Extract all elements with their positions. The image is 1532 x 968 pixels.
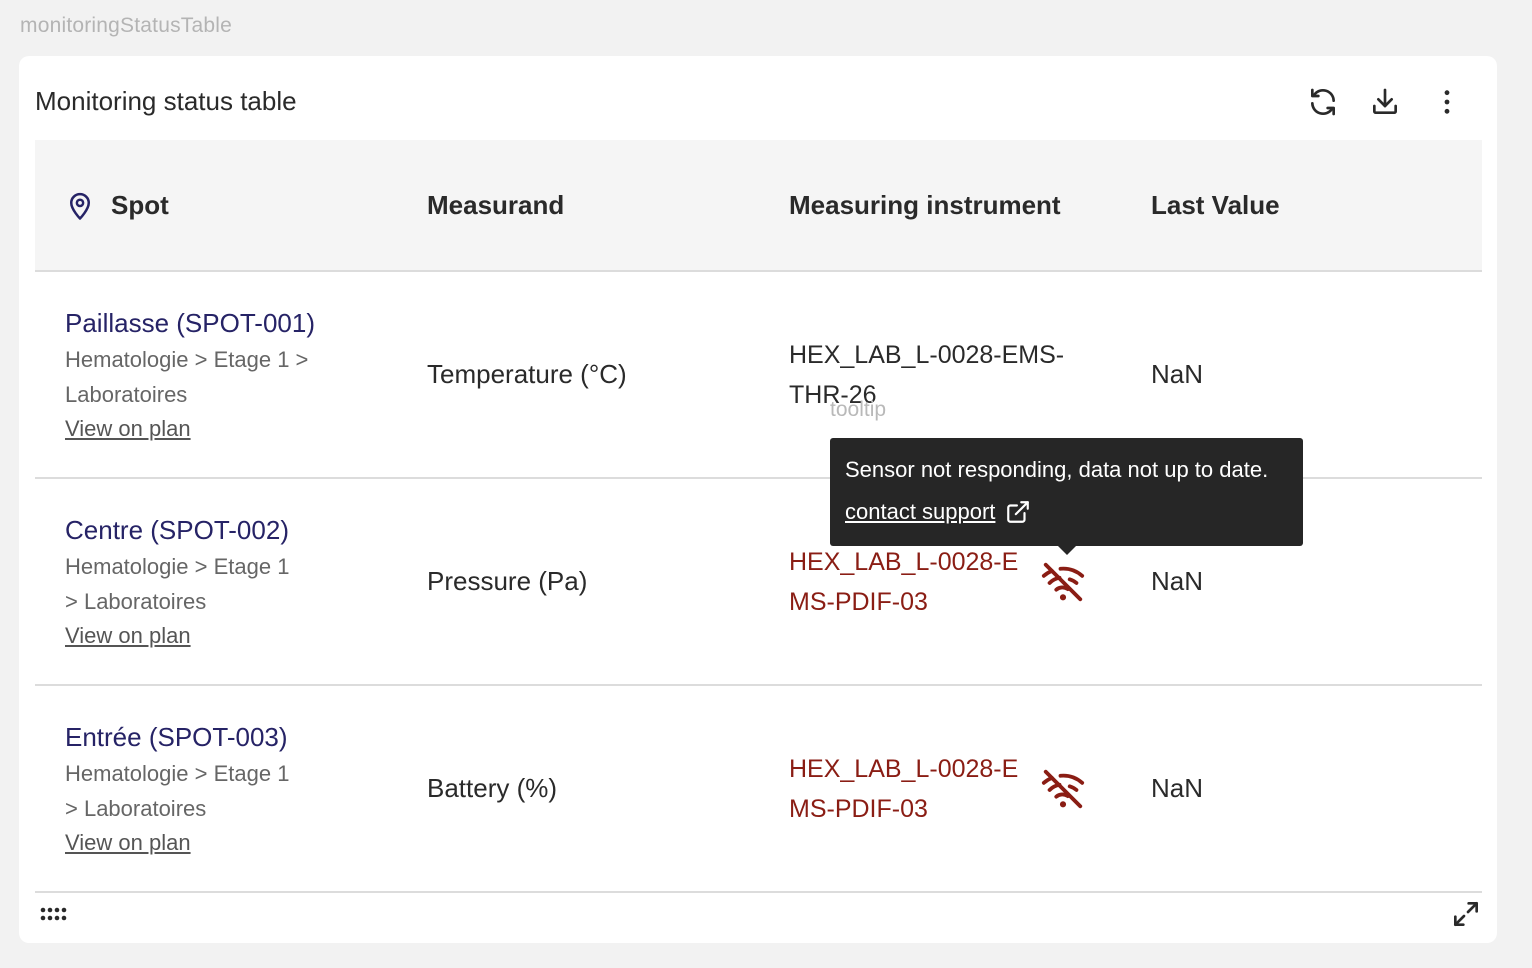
- spot-cell: Centre (SPOT-002) Hematologie > Etage 1 …: [65, 513, 355, 653]
- spot-path: Hematologie > Etage 1 > Laboratoires: [65, 347, 309, 407]
- refresh-button[interactable]: [1303, 82, 1343, 122]
- measurand-cell: Battery (%): [427, 773, 558, 803]
- sensor-offline-button[interactable]: [1040, 559, 1086, 610]
- spot-name[interactable]: Centre (SPOT-002): [65, 513, 355, 547]
- view-on-plan-link[interactable]: View on plan: [65, 619, 355, 653]
- measurand-cell: Pressure (Pa): [427, 566, 588, 596]
- table-header: Spot Measurand Measuring instrument Last…: [35, 140, 1482, 272]
- tooltip-label: tooltip: [830, 398, 887, 421]
- card-toolbar: [1303, 82, 1467, 122]
- location-pin-icon: [70, 192, 90, 220]
- tooltip-arrow: [1058, 546, 1076, 555]
- contact-support-label: contact support: [845, 499, 996, 524]
- header-spot[interactable]: Spot: [65, 190, 169, 221]
- sensor-tooltip: Sensor not responding, data not up to da…: [830, 438, 1303, 555]
- last-value-cell: NaN: [1151, 773, 1204, 803]
- card-title: Monitoring status table: [35, 86, 297, 116]
- sensor-offline-button[interactable]: [1040, 766, 1086, 817]
- download-button[interactable]: [1365, 82, 1405, 122]
- spot-path: Hematologie > Etage 1 > Laboratoires: [65, 554, 290, 614]
- view-on-plan-link[interactable]: View on plan: [65, 412, 355, 446]
- spot-cell: Entrée (SPOT-003) Hematologie > Etage 1 …: [65, 720, 355, 860]
- refresh-icon: [1311, 88, 1335, 116]
- spot-path: Hematologie > Etage 1 > Laboratoires: [65, 761, 290, 821]
- expand-button[interactable]: [1450, 898, 1482, 935]
- drag-handle[interactable]: [39, 906, 67, 927]
- spot-name[interactable]: Entrée (SPOT-003): [65, 720, 355, 754]
- header-measurand[interactable]: Measurand: [427, 190, 564, 221]
- wifi-off-icon: [1041, 562, 1085, 602]
- more-options-button[interactable]: [1427, 82, 1467, 122]
- instrument-cell: HEX_LAB_L-0028-EMS-PDIF-03: [789, 754, 1019, 823]
- header-instrument[interactable]: Measuring instrument: [789, 190, 1061, 221]
- measurand-cell: Temperature (°C): [427, 359, 627, 389]
- download-icon: [1373, 88, 1397, 114]
- external-link-icon: [1007, 501, 1030, 523]
- expand-icon: [1454, 902, 1478, 926]
- header-last-value[interactable]: Last Value: [1151, 190, 1280, 221]
- spot-cell: Paillasse (SPOT-001) Hematologie > Etage…: [65, 306, 355, 446]
- wifi-off-icon: [1041, 769, 1085, 809]
- drag-dots-icon: [40, 907, 67, 921]
- more-vertical-icon: [1444, 90, 1450, 114]
- tooltip-message: Sensor not responding, data not up to da…: [845, 457, 1269, 482]
- header-spot-label: Spot: [111, 190, 169, 220]
- card-footer: [35, 892, 1482, 932]
- table-row: Entrée (SPOT-003) Hematologie > Etage 1 …: [35, 686, 1482, 893]
- spot-name[interactable]: Paillasse (SPOT-001): [65, 306, 355, 340]
- contact-support-link[interactable]: contact support: [845, 497, 1031, 527]
- view-on-plan-link[interactable]: View on plan: [65, 826, 355, 860]
- page-label: monitoringStatusTable: [20, 14, 232, 37]
